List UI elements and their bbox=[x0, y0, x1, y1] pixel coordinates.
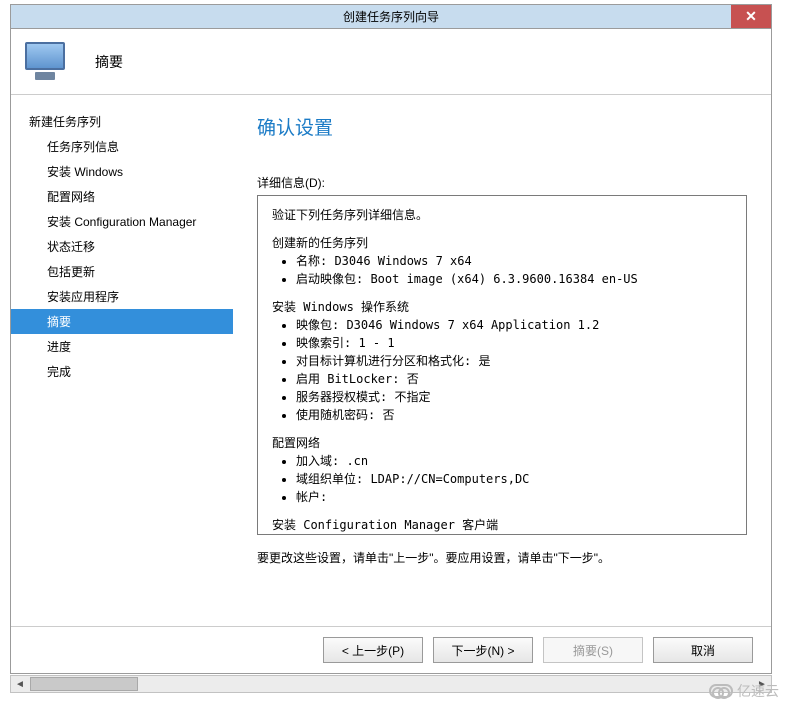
nav-item-completion[interactable]: 完成 bbox=[11, 359, 233, 384]
wizard-header: 摘要 bbox=[11, 29, 771, 95]
titlebar: 创建任务序列向导 ✕ bbox=[11, 5, 771, 29]
nav-item-state-migration[interactable]: 状态迁移 bbox=[11, 234, 233, 259]
nav-item-task-info[interactable]: 任务序列信息 bbox=[11, 134, 233, 159]
sidebar-nav: 新建任务序列 任务序列信息 安装 Windows 配置网络 安装 Configu… bbox=[11, 95, 233, 626]
section-title: 配置网络 bbox=[272, 434, 732, 452]
details-section-create: 创建新的任务序列 名称: D3046 Windows 7 x64 启动映像包: … bbox=[272, 234, 732, 288]
detail-row: 帐户: bbox=[296, 488, 732, 506]
section-title: 安装 Configuration Manager 客户端 bbox=[272, 516, 732, 534]
detail-row: 域组织单位: LDAP://CN=Computers,DC bbox=[296, 470, 732, 488]
content-pane: 确认设置 详细信息(D): 验证下列任务序列详细信息。 创建新的任务序列 名称:… bbox=[233, 95, 771, 626]
detail-row: 服务器授权模式: 不指定 bbox=[296, 388, 732, 406]
watermark-text: 亿速云 bbox=[737, 681, 779, 701]
nav-item-install-cm[interactable]: 安装 Configuration Manager bbox=[11, 209, 233, 234]
nav-item-summary[interactable]: 摘要 bbox=[11, 309, 233, 334]
detail-row: 启动映像包: Boot image (x64) 6.3.9600.16384 e… bbox=[296, 270, 732, 288]
detail-row: 名称: D3046 Windows 7 x64 bbox=[296, 252, 732, 270]
nav-item-include-updates[interactable]: 包括更新 bbox=[11, 259, 233, 284]
detail-row: 映像包: D3046 Windows 7 x64 Application 1.2 bbox=[296, 316, 732, 334]
detail-row: 启用 BitLocker: 否 bbox=[296, 370, 732, 388]
window-title: 创建任务序列向导 bbox=[343, 8, 439, 25]
computer-icon bbox=[23, 38, 71, 86]
nav-item-progress[interactable]: 进度 bbox=[11, 334, 233, 359]
button-row: < 上一步(P) 下一步(N) > 摘要(S) 取消 bbox=[11, 626, 771, 673]
section-title: 安装 Windows 操作系统 bbox=[272, 298, 732, 316]
close-button[interactable]: ✕ bbox=[731, 5, 771, 28]
detail-row: 对目标计算机进行分区和格式化: 是 bbox=[296, 352, 732, 370]
cancel-button[interactable]: 取消 bbox=[653, 637, 753, 663]
watermark-logo-icon bbox=[709, 684, 733, 698]
scroll-thumb[interactable] bbox=[30, 677, 138, 691]
header-title: 摘要 bbox=[95, 52, 123, 72]
nav-item-install-windows[interactable]: 安装 Windows bbox=[11, 159, 233, 184]
details-box[interactable]: 验证下列任务序列详细信息。 创建新的任务序列 名称: D3046 Windows… bbox=[257, 195, 747, 535]
horizontal-scrollbar[interactable]: ◄ ► bbox=[10, 675, 772, 693]
prev-button[interactable]: < 上一步(P) bbox=[323, 637, 423, 663]
details-section-network: 配置网络 加入域: .cn 域组织单位: LDAP://CN=Computers… bbox=[272, 434, 732, 506]
nav-item-configure-network[interactable]: 配置网络 bbox=[11, 184, 233, 209]
scroll-left-icon[interactable]: ◄ bbox=[11, 676, 29, 692]
detail-row: 使用随机密码: 否 bbox=[296, 406, 732, 424]
wizard-window: 创建任务序列向导 ✕ 摘要 新建任务序列 任务序列信息 安装 Windows 配… bbox=[10, 4, 772, 674]
summary-button: 摘要(S) bbox=[543, 637, 643, 663]
watermark: 亿速云 bbox=[709, 681, 779, 701]
hint-text: 要更改这些设置，请单击"上一步"。要应用设置，请单击"下一步"。 bbox=[257, 549, 747, 566]
close-icon: ✕ bbox=[745, 8, 757, 25]
details-section-install-cm: 安装 Configuration Manager 客户端 包: Configur… bbox=[272, 516, 732, 535]
details-label: 详细信息(D): bbox=[257, 174, 747, 191]
next-button[interactable]: 下一步(N) > bbox=[433, 637, 533, 663]
wizard-body: 新建任务序列 任务序列信息 安装 Windows 配置网络 安装 Configu… bbox=[11, 95, 771, 626]
section-title: 创建新的任务序列 bbox=[272, 234, 732, 252]
detail-row: 包: Configuration Manager 客户端包 bbox=[296, 534, 732, 535]
details-section-install-windows: 安装 Windows 操作系统 映像包: D3046 Windows 7 x64… bbox=[272, 298, 732, 424]
nav-item-install-apps[interactable]: 安装应用程序 bbox=[11, 284, 233, 309]
content-heading: 确认设置 bbox=[257, 113, 747, 140]
nav-root[interactable]: 新建任务序列 bbox=[11, 109, 233, 134]
detail-row: 加入域: .cn bbox=[296, 452, 732, 470]
details-intro: 验证下列任务序列详细信息。 bbox=[272, 206, 732, 224]
detail-row: 映像索引: 1 - 1 bbox=[296, 334, 732, 352]
